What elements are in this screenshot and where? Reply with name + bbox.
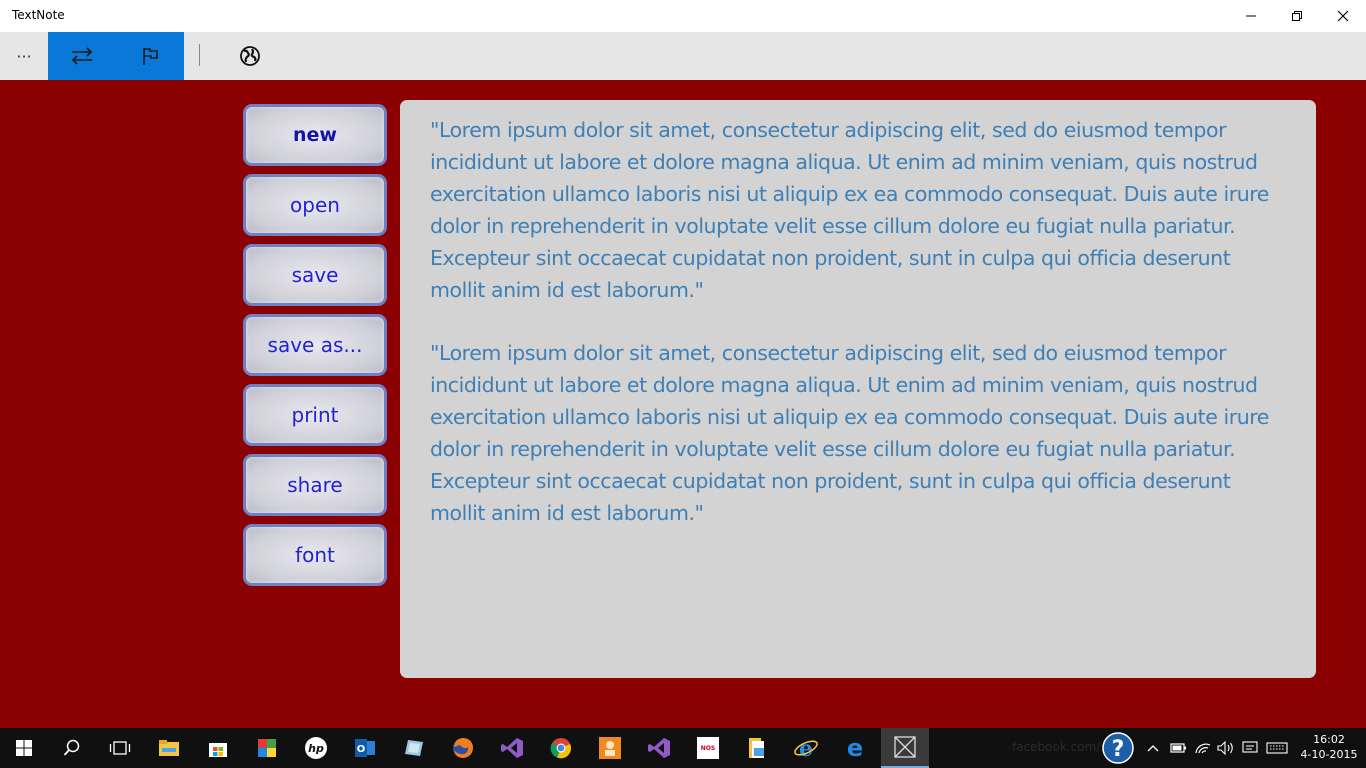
save-button[interactable]: save (243, 244, 387, 306)
taskbar-app[interactable] (537, 728, 585, 768)
taskbar-ghost-text: facebook.com/... (1012, 740, 1112, 754)
close-icon (1337, 10, 1349, 22)
taskbar-app[interactable]: e (831, 728, 879, 768)
svg-text:O: O (357, 744, 366, 755)
close-button[interactable] (1320, 0, 1366, 32)
svg-text:?: ? (1112, 737, 1125, 762)
nos-icon: NOS (697, 737, 719, 759)
clock-date: 4-10-2015 (1300, 748, 1358, 761)
taskbar-app[interactable] (243, 728, 291, 768)
taskbar-app[interactable]: NOS (684, 728, 732, 768)
restore-button[interactable] (1274, 0, 1320, 32)
chevron-up-icon (1147, 745, 1159, 752)
help-button[interactable]: ? (1100, 728, 1136, 768)
task-view-button[interactable] (96, 728, 144, 768)
wifi-icon (1195, 743, 1211, 754)
app-icon (599, 737, 621, 759)
svg-text:e: e (799, 736, 813, 760)
editor-paragraph[interactable]: "Lorem ipsum dolor sit amet, consectetur… (430, 114, 1286, 306)
taskbar-app[interactable] (635, 728, 683, 768)
app-bar-separator (199, 44, 200, 66)
battery-button[interactable] (1168, 728, 1190, 768)
search-button[interactable] (48, 728, 96, 768)
paint-icon (258, 739, 276, 757)
hp-icon: hp (305, 737, 327, 759)
visual-studio-icon (501, 738, 523, 758)
restore-icon (1292, 11, 1302, 21)
app-bar-highlight (48, 32, 184, 80)
internet-explorer-icon: e (794, 736, 818, 760)
taskbar-app[interactable]: e (782, 728, 830, 768)
start-button[interactable] (0, 728, 48, 768)
volume-button[interactable] (1215, 728, 1237, 768)
taskbar-app[interactable] (439, 728, 487, 768)
app-bar: ··· (0, 32, 1366, 80)
save-as-button[interactable]: save as... (243, 314, 387, 376)
swap-button[interactable] (48, 32, 116, 80)
taskbar-app[interactable] (733, 728, 781, 768)
text-editor[interactable]: "Lorem ipsum dolor sit amet, consectetur… (400, 100, 1316, 678)
textnote-icon (894, 736, 916, 758)
window-title: TextNote (12, 8, 65, 22)
visual-studio-icon (648, 738, 670, 758)
svg-text:e: e (847, 736, 863, 760)
minimize-button[interactable] (1228, 0, 1274, 32)
flag-button[interactable] (116, 32, 184, 80)
flag-icon (143, 48, 158, 65)
file-explorer-icon (159, 740, 179, 756)
taskbar-app[interactable]: O (341, 728, 389, 768)
chrome-icon (550, 738, 571, 759)
edge-icon: e (847, 736, 863, 760)
share-button[interactable]: share (243, 454, 387, 516)
new-button[interactable]: new (243, 104, 387, 166)
start-icon (16, 740, 32, 756)
taskbar-app[interactable] (390, 728, 438, 768)
globe-button[interactable] (226, 32, 274, 80)
clock-time: 16:02 (1313, 733, 1345, 746)
store-icon (209, 743, 227, 757)
swap-arrows-icon (71, 47, 93, 65)
explorer-icon (749, 738, 764, 758)
open-button[interactable]: open (243, 174, 387, 236)
app-icon (405, 740, 423, 756)
minimize-icon (1246, 15, 1256, 17)
keyboard-icon (1266, 742, 1288, 754)
action-center-button[interactable] (1239, 728, 1261, 768)
svg-text:NOS: NOS (701, 745, 715, 752)
network-button[interactable] (1192, 728, 1214, 768)
svg-text:hp: hp (308, 742, 324, 755)
firefox-icon (453, 738, 473, 758)
taskbar-app[interactable]: hp (292, 728, 340, 768)
taskbar-app[interactable] (194, 728, 242, 768)
taskbar: hp O NOS e e facebook.com/... ? 16:02 4-… (0, 728, 1366, 768)
show-hidden-icons-button[interactable] (1144, 728, 1162, 768)
taskbar-app[interactable] (145, 728, 193, 768)
editor-paragraph[interactable]: "Lorem ipsum dolor sit amet, consectetur… (430, 337, 1286, 529)
taskbar-app[interactable] (488, 728, 536, 768)
search-icon (63, 739, 80, 756)
task-view-icon (109, 741, 131, 755)
taskbar-clock[interactable]: 16:02 4-10-2015 (1298, 732, 1360, 764)
notification-icon (1242, 741, 1258, 753)
more-button[interactable]: ··· (0, 32, 48, 80)
taskbar-app[interactable] (586, 728, 634, 768)
print-button[interactable]: print (243, 384, 387, 446)
battery-icon (1170, 743, 1186, 753)
outlook-icon: O (355, 739, 375, 757)
volume-icon (1217, 741, 1233, 755)
taskbar-app-active[interactable] (881, 728, 929, 768)
help-icon: ? (1102, 732, 1134, 764)
font-button[interactable]: font (243, 524, 387, 586)
keyboard-button[interactable] (1264, 728, 1290, 768)
globe-icon (240, 46, 260, 66)
title-bar: TextNote (0, 0, 1366, 32)
